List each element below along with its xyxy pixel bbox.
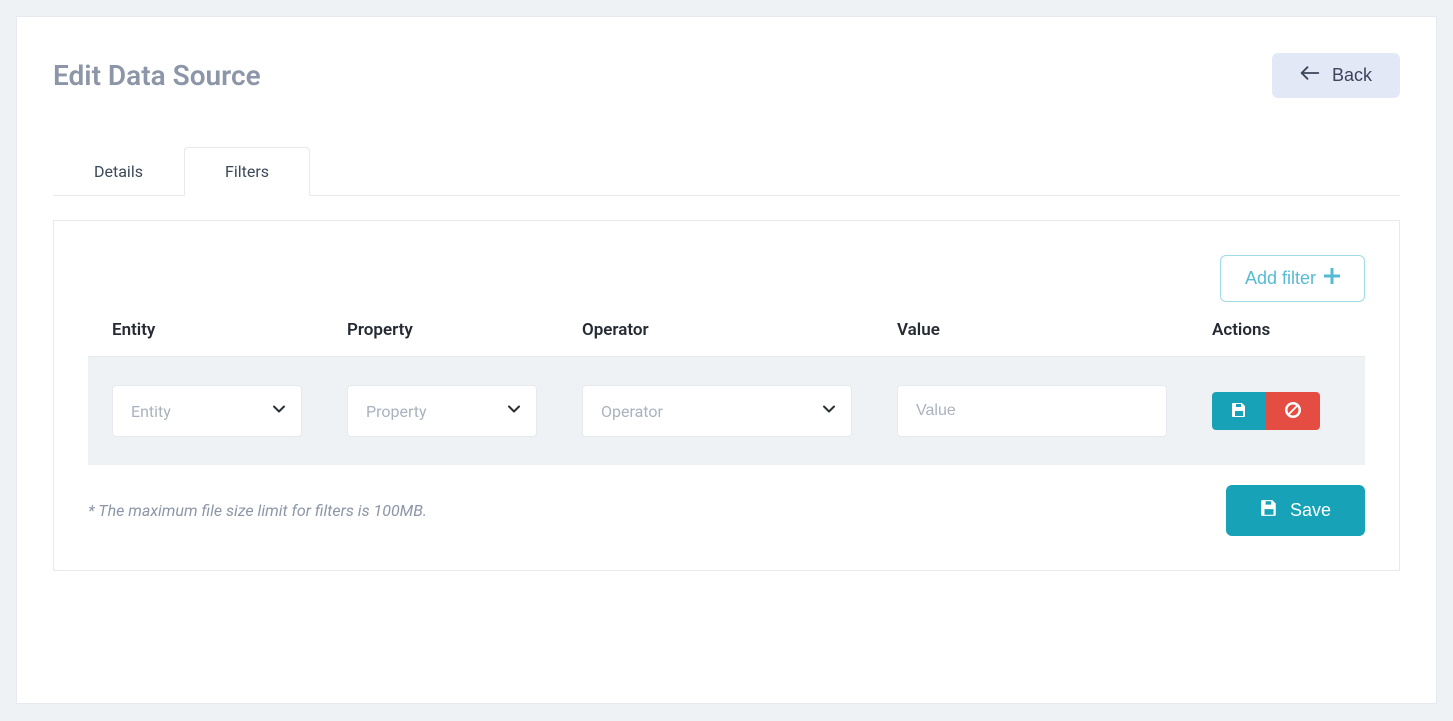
arrow-left-icon: [1300, 65, 1320, 86]
row-actions: [1212, 392, 1320, 430]
operator-select[interactable]: Operator: [582, 385, 852, 437]
filter-row: Entity Property: [88, 357, 1365, 465]
note-text: * The maximum file size limit for filter…: [88, 501, 427, 520]
add-filter-button[interactable]: Add filter: [1220, 255, 1365, 302]
add-filter-label: Add filter: [1245, 268, 1316, 289]
chevron-down-icon: [271, 401, 287, 421]
col-header-actions: Actions: [1212, 320, 1341, 340]
col-header-property: Property: [347, 320, 582, 340]
back-button[interactable]: Back: [1272, 53, 1400, 98]
property-select[interactable]: Property: [347, 385, 537, 437]
cell-property: Property: [347, 385, 582, 437]
filters-table: Entity Property Operator Value Actions E…: [88, 320, 1365, 465]
entity-select[interactable]: Entity: [112, 385, 302, 437]
back-button-label: Back: [1332, 65, 1372, 86]
cancel-icon: [1285, 402, 1301, 421]
delete-row-button[interactable]: [1266, 392, 1320, 430]
col-header-entity: Entity: [112, 320, 347, 340]
save-row-button[interactable]: [1212, 392, 1266, 430]
filters-table-header: Entity Property Operator Value Actions: [88, 320, 1365, 357]
save-button[interactable]: Save: [1226, 485, 1365, 536]
chevron-down-icon: [821, 401, 837, 421]
add-filter-row: Add filter: [88, 255, 1365, 302]
cell-value: [897, 385, 1212, 437]
property-select-placeholder: Property: [366, 402, 427, 421]
save-icon: [1231, 402, 1247, 421]
operator-select-placeholder: Operator: [601, 402, 663, 421]
cell-operator: Operator: [582, 385, 897, 437]
plus-icon: [1324, 268, 1340, 289]
save-icon: [1260, 499, 1278, 522]
save-button-label: Save: [1290, 500, 1331, 521]
col-header-operator: Operator: [582, 320, 897, 340]
cell-entity: Entity: [112, 385, 347, 437]
tab-filters[interactable]: Filters: [184, 147, 310, 196]
header-row: Edit Data Source Back: [53, 53, 1400, 98]
footer-row: * The maximum file size limit for filter…: [88, 485, 1365, 536]
chevron-down-icon: [506, 401, 522, 421]
page-title: Edit Data Source: [53, 59, 261, 92]
filters-panel: Add filter Entity Property Operator Valu…: [53, 220, 1400, 571]
tabs: Details Filters: [53, 146, 1400, 196]
main-card: Edit Data Source Back Details Filters Ad…: [16, 16, 1437, 704]
value-input[interactable]: [897, 385, 1167, 437]
tab-details[interactable]: Details: [53, 147, 184, 196]
entity-select-placeholder: Entity: [131, 402, 171, 421]
col-header-value: Value: [897, 320, 1212, 340]
cell-actions: [1212, 392, 1341, 430]
